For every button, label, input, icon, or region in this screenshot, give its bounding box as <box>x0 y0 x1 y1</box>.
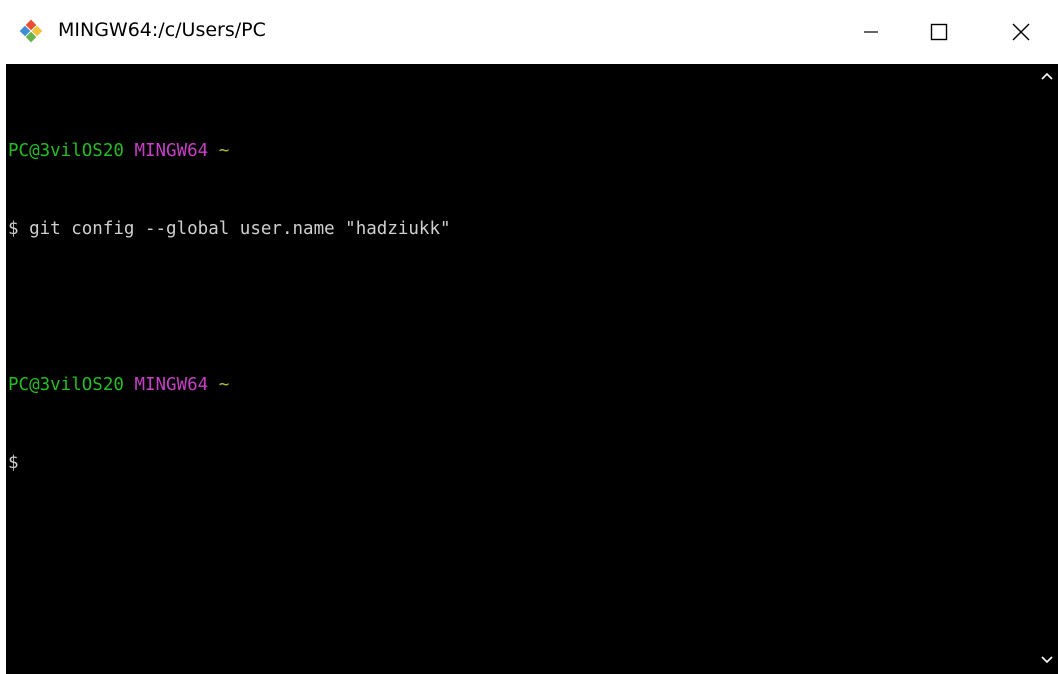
chevron-up-icon <box>1040 68 1054 86</box>
maximize-button[interactable] <box>910 0 968 64</box>
command-line-1: $ git config --global user.name "hadziuk… <box>6 216 1036 242</box>
scroll-down-button[interactable] <box>1036 650 1058 672</box>
terminal-output[interactable]: PC@3vilOS20 MINGW64 ~ $ git config --glo… <box>6 64 1036 674</box>
user-host: PC@3vilOS20 <box>8 375 124 395</box>
prompt-header-2: PC@3vilOS20 MINGW64 ~ <box>6 372 1036 398</box>
prompt-symbol: $ <box>8 453 19 473</box>
maximize-icon <box>930 23 948 41</box>
user-host: PC@3vilOS20 <box>8 141 124 161</box>
prompt-symbol: $ <box>8 219 19 239</box>
close-button[interactable] <box>992 0 1050 64</box>
minimize-icon <box>863 24 879 40</box>
git-bash-icon <box>18 18 44 44</box>
current-path: ~ <box>218 141 230 161</box>
minimize-button[interactable] <box>842 0 900 64</box>
chevron-down-icon <box>1040 652 1054 670</box>
system-name: MINGW64 <box>134 141 209 161</box>
close-icon <box>1012 23 1030 41</box>
vertical-scrollbar[interactable] <box>1036 64 1058 674</box>
scroll-up-button[interactable] <box>1036 66 1058 88</box>
command-text: git config --global user.name "hadziukk" <box>29 219 451 239</box>
current-path: ~ <box>218 375 230 395</box>
command-line-2[interactable]: $ <box>6 450 1036 476</box>
window-title: MINGW64:/c/Users/PC <box>58 19 266 41</box>
terminal-window: MINGW64:/c/Users/PC PC@3vilOS20 MINGW64 … <box>0 0 1059 674</box>
title-bar[interactable]: MINGW64:/c/Users/PC <box>6 0 1058 64</box>
system-name: MINGW64 <box>134 375 209 395</box>
prompt-header-1: PC@3vilOS20 MINGW64 ~ <box>6 138 1036 164</box>
